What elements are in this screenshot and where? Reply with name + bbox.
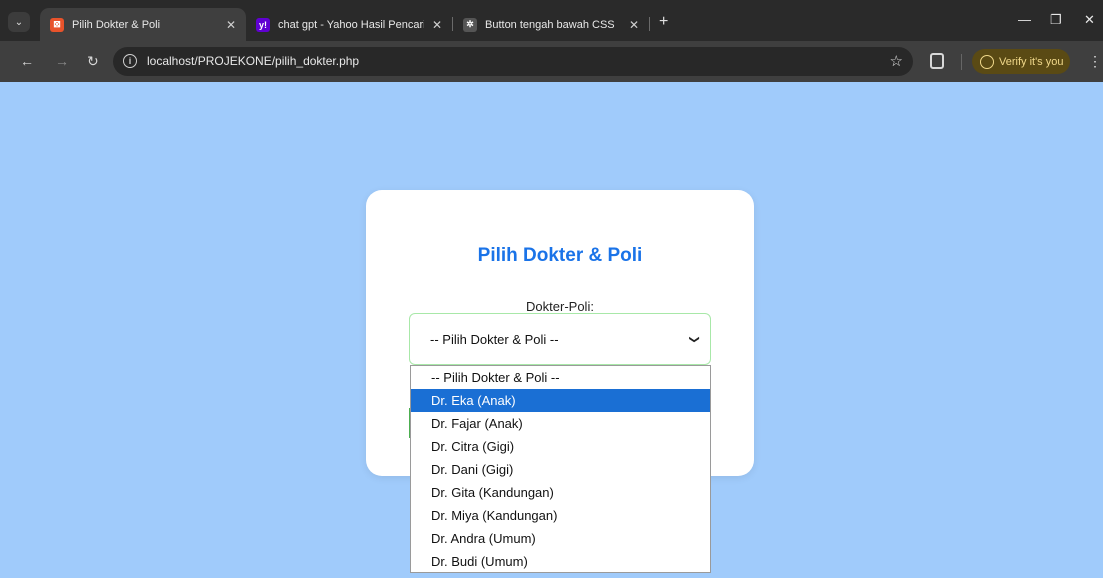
chatgpt-icon: ✲ (463, 17, 477, 32)
dropdown-option[interactable]: Dr. Eka (Anak) (411, 389, 710, 412)
dropdown-option[interactable]: Dr. Miya (Kandungan) (411, 504, 710, 527)
dokter-poli-options: -- Pilih Dokter & Poli -- Dr. Eka (Anak) D… (410, 365, 711, 573)
page-title: Pilih Dokter & Poli (477, 245, 643, 266)
dropdown-option[interactable]: Dr. Andra (Umum) (411, 527, 710, 550)
forward-icon[interactable]: → (55, 53, 69, 69)
tab-separator (649, 17, 650, 31)
verify-button[interactable]: Verify it's you (972, 49, 1070, 74)
select-value: -- Pilih Dokter & Poli -- (430, 331, 559, 347)
menu-kebab-icon[interactable]: ⋮ (1088, 53, 1102, 69)
site-info-icon[interactable]: i (123, 54, 137, 68)
tab-yahoo-search[interactable]: y! chat gpt - Yahoo Hasil Pencaria ✕ (246, 8, 452, 41)
tab-button-css[interactable]: ✲ Button tengah bawah CSS ✕ (453, 8, 649, 41)
close-icon[interactable]: ✕ (226, 18, 236, 32)
yahoo-icon: y! (256, 17, 270, 32)
dropdown-option[interactable]: Dr. Fajar (Anak) (411, 412, 710, 435)
reload-icon[interactable]: ↻ (87, 53, 99, 69)
tab-title: chat gpt - Yahoo Hasil Pencaria (278, 18, 424, 31)
minimize-icon[interactable]: — (1018, 12, 1031, 27)
url-text: localhost/PROJEKONE/pilih_dokter.php (147, 54, 360, 68)
bookmark-star-icon[interactable]: ☆ (890, 52, 903, 70)
tab-pilih-dokter[interactable]: ⊠ Pilih Dokter & Poli ✕ (40, 8, 246, 41)
chevron-down-icon: ❯ (688, 334, 700, 344)
extensions-icon[interactable] (930, 53, 944, 69)
tab-search-button[interactable]: ⌄ (8, 12, 30, 32)
dropdown-option[interactable]: Dr. Budi (Umum) (411, 550, 710, 573)
tab-title: Pilih Dokter & Poli (72, 18, 161, 31)
profile-icon (980, 54, 994, 69)
verify-label: Verify it's you (999, 55, 1064, 68)
dropdown-option[interactable]: Dr. Citra (Gigi) (411, 435, 710, 458)
browser-toolbar: ← → ↻ i localhost/PROJEKONE/pilih_dokter… (0, 41, 1103, 82)
address-bar[interactable]: i localhost/PROJEKONE/pilih_dokter.php ☆ (113, 47, 913, 76)
tab-strip: ⌄ ⊠ Pilih Dokter & Poli ✕ y! chat gpt - … (0, 0, 1103, 41)
window-close-icon[interactable]: ✕ (1084, 12, 1095, 28)
back-icon[interactable]: ← (20, 53, 34, 69)
dokter-poli-label: Dokter-Poli: (526, 299, 594, 314)
dropdown-option[interactable]: Dr. Dani (Gigi) (411, 458, 710, 481)
toolbar-separator (961, 54, 962, 70)
close-icon[interactable]: ✕ (432, 18, 442, 32)
restore-icon[interactable]: ❐ (1050, 12, 1062, 28)
xampp-icon: ⊠ (50, 17, 64, 32)
dropdown-option[interactable]: -- Pilih Dokter & Poli -- (411, 366, 710, 389)
new-tab-icon[interactable]: + (659, 14, 668, 30)
tab-title: Button tengah bawah CSS (485, 18, 615, 31)
close-icon[interactable]: ✕ (629, 18, 639, 32)
dokter-poli-select[interactable]: -- Pilih Dokter & Poli -- ❯ (409, 313, 711, 365)
dropdown-option[interactable]: Dr. Gita (Kandungan) (411, 481, 710, 504)
